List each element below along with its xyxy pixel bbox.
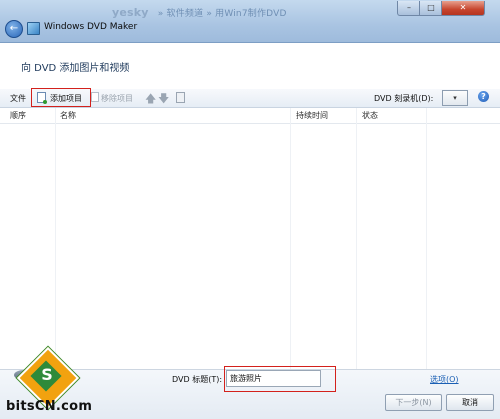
file-menu[interactable]: 文件	[10, 93, 26, 104]
help-icon[interactable]: ?	[478, 91, 489, 102]
remove-items-button[interactable]: 移除项目	[101, 93, 133, 104]
page-title: 向 DVD 添加图片和视频	[21, 63, 130, 74]
watermark-breadcrumb-text: » 软件频道 » 用Win7制作DVD	[157, 9, 287, 19]
site-watermark: S bitsCN.com	[4, 346, 93, 418]
window-title: Windows DVD Maker	[44, 22, 138, 32]
column-name[interactable]: 名称	[60, 110, 76, 121]
dvd-title-label: DVD 标题(T):	[172, 375, 223, 384]
watermark-logo: yesky	[112, 6, 149, 19]
remove-items-icon	[91, 92, 99, 102]
title-bar: yesky » 软件频道 » 用Win7制作DVD ← Windows DVD …	[0, 0, 500, 43]
move-down-icon[interactable]: 🡇	[158, 90, 169, 109]
cancel-button[interactable]: 取消	[446, 394, 494, 411]
column-duration[interactable]: 持续时间	[296, 110, 328, 121]
column-order[interactable]: 顺序	[10, 110, 26, 121]
watermark-breadcrumb: yesky » 软件频道 » 用Win7制作DVD	[112, 6, 287, 19]
file-properties-icon[interactable]	[176, 92, 185, 103]
move-up-icon[interactable]: 🡅	[145, 90, 156, 109]
column-divider	[55, 108, 56, 369]
column-divider	[356, 108, 357, 369]
minimize-button[interactable]: –	[397, 1, 421, 16]
add-items-button[interactable]: 添加项目	[50, 93, 82, 104]
close-button[interactable]: ✕	[441, 1, 485, 16]
dvd-burner-label: DVD 刻录机(D):	[374, 94, 434, 103]
list-column-header: 顺序 名称 持续时间 状态	[0, 108, 500, 124]
column-divider	[426, 108, 427, 369]
media-list[interactable]: 顺序 名称 持续时间 状态	[0, 108, 500, 369]
next-button[interactable]: 下一步(N)	[385, 394, 442, 411]
column-status[interactable]: 状态	[362, 110, 378, 121]
watermark-glyph: S	[41, 365, 53, 384]
add-items-icon	[37, 92, 47, 104]
back-arrow-icon[interactable]: ←	[5, 20, 23, 38]
dvd-burner-dropdown[interactable]: ▾	[442, 90, 468, 106]
dvd-title-highlight	[224, 366, 336, 392]
maximize-button[interactable]: □	[419, 1, 443, 16]
dvd-maker-app-icon	[27, 22, 40, 35]
watermark-text: bitsCN.com	[6, 399, 93, 414]
options-link[interactable]: 选项(O)	[430, 374, 459, 385]
column-divider	[290, 108, 291, 369]
